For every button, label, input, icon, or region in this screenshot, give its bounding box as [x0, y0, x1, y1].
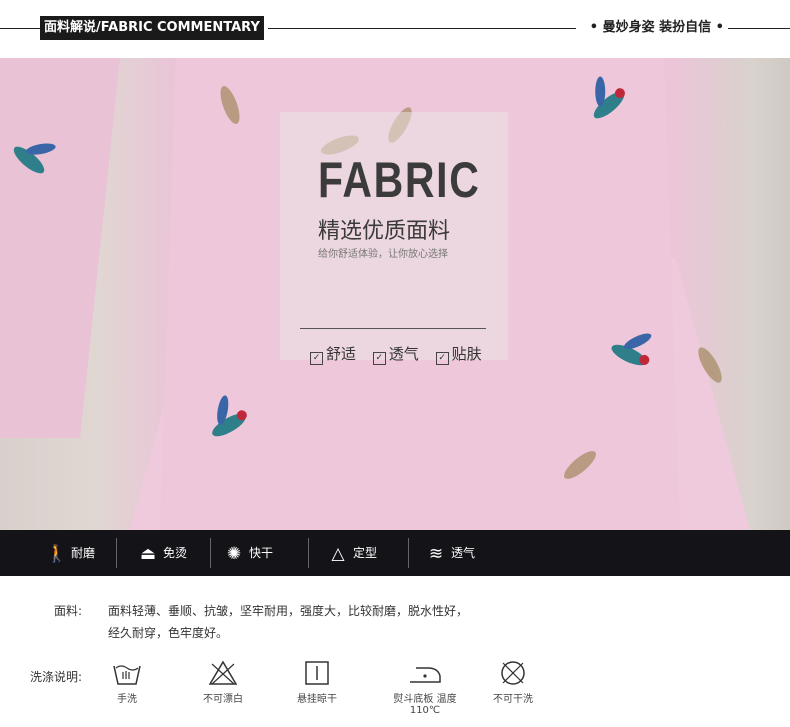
triangle-icon: △ [331, 544, 345, 564]
header-slogan: • 曼妙身姿 装扮自信 • [589, 20, 724, 35]
wash-item: 悬挂晾干 [282, 660, 352, 705]
check-item: ✓ 透气 [372, 345, 419, 365]
feature-item: 🚶 耐磨 [46, 540, 95, 566]
material-label: 面料: [54, 604, 83, 618]
wash-item: 手洗 [92, 660, 162, 705]
no-bleach-icon [208, 660, 238, 685]
checkbox-icon: ✓ [310, 352, 323, 365]
material-line: 经久耐穿，色牢度好。 [108, 626, 229, 640]
wash-item: 不可漂白 [188, 660, 258, 705]
no-dry-clean-icon [501, 661, 525, 685]
feature-item: ✺ 快干 [224, 540, 273, 566]
material-line: 面料轻薄、垂顺、抗皱，坚牢耐用，强度大，比较耐磨，脱水性好， [108, 604, 469, 618]
sun-icon: ✺ [226, 544, 242, 564]
feature-divider [408, 538, 409, 568]
hand-wash-icon [113, 665, 141, 685]
header-rule-right [728, 28, 790, 29]
material-text: 面料轻薄、垂顺、抗皱，坚牢耐用，强度大，比较耐磨，脱水性好， 经久耐穿，色牢度好… [108, 600, 528, 644]
overlay-checklist: ✓ 舒适 ✓ 透气 ✓ 贴肤 [310, 344, 494, 365]
iron-temp-icon [410, 667, 441, 683]
feature-item: △ 定型 [328, 540, 377, 566]
check-item: ✓ 贴肤 [435, 345, 482, 365]
overlay-divider [300, 328, 486, 329]
feature-item: ⏏ 免烫 [138, 540, 187, 566]
wash-item: 熨斗底板 温度110℃ [380, 660, 470, 716]
feature-divider [116, 538, 117, 568]
checkbox-icon: ✓ [372, 352, 386, 365]
feature-bar: 🚶 耐磨 ⏏ 免烫 ✺ 快干 △ 定型 ≋ 透气 [0, 530, 790, 576]
header-rule-mid [268, 28, 576, 29]
feature-divider [308, 538, 309, 568]
overlay-caption: 给你舒适体验，让你放心选择 [318, 249, 448, 260]
dress-sleeve [0, 58, 120, 438]
section-title: 面料解说/FABRIC COMMENTARY [40, 16, 264, 40]
hang-dry-icon [305, 661, 329, 685]
section-header: 面料解说/FABRIC COMMENTARY • 曼妙身姿 装扮自信 • [0, 0, 790, 58]
wash-label: 洗涤说明: [30, 670, 83, 684]
wash-item: 不可干洗 [478, 660, 548, 705]
washing-instructions: 洗涤说明: 手洗 不可漂白 悬挂晾干 熨斗底板 温度110℃ 不可干洗 [30, 660, 790, 727]
feature-divider [210, 538, 211, 568]
checkbox-icon: ✓ [435, 352, 449, 365]
header-rule-left [0, 28, 40, 29]
waves-icon: ≋ [428, 544, 444, 564]
check-item: ✓ 舒适 [310, 345, 356, 365]
feature-item: ≋ 透气 [426, 540, 475, 566]
iron-icon: ⏏ [139, 544, 157, 564]
overlay-subtitle: 精选优质面料 [318, 219, 451, 244]
walking-person-icon: 🚶 [46, 544, 68, 564]
overlay-title: FABRIC [318, 152, 481, 208]
